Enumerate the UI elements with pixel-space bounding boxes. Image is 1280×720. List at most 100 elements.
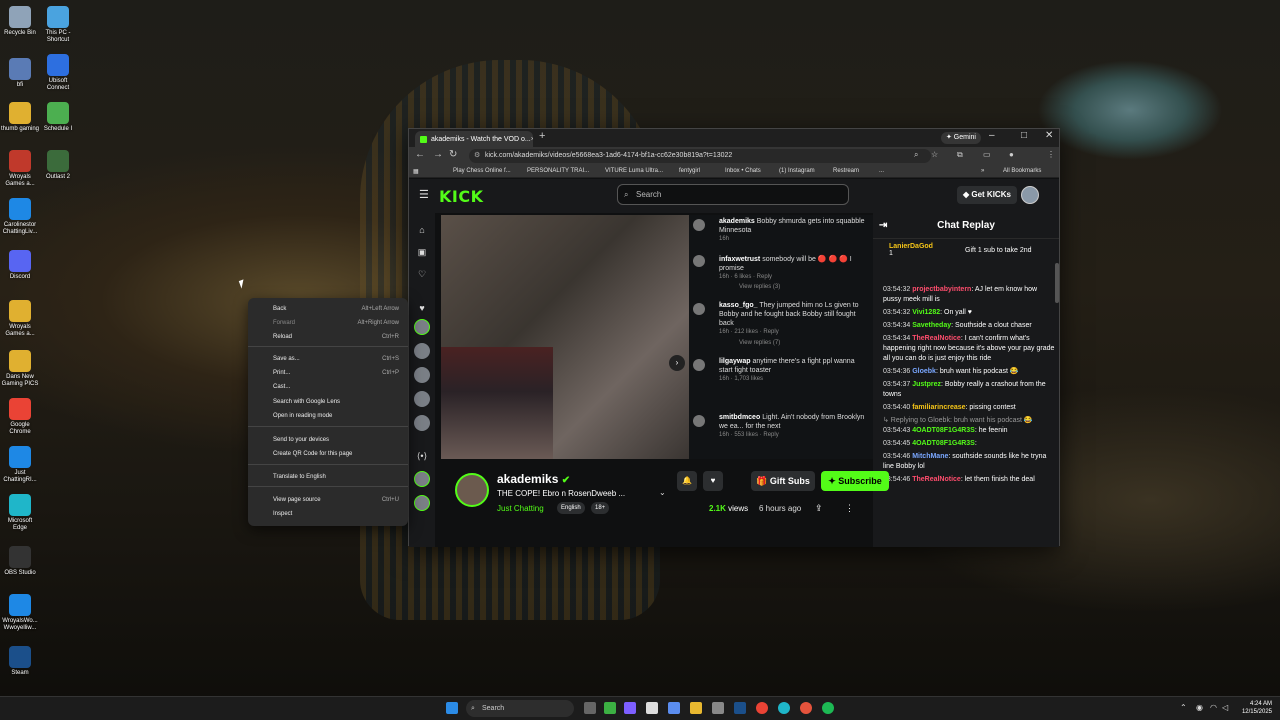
- followed-channel-avatar[interactable]: [414, 367, 430, 383]
- collapse-chat-icon[interactable]: ⇥: [879, 213, 887, 239]
- page-scrollbar[interactable]: [1055, 263, 1059, 303]
- tray-app-icon[interactable]: ◉: [1196, 703, 1203, 712]
- pinned-user[interactable]: LanierDaGod: [889, 243, 933, 250]
- recommended-channel-avatar[interactable]: [414, 495, 430, 511]
- context-menu-item[interactable]: Send to your devices: [248, 435, 408, 446]
- gift-subs-button[interactable]: 🎁 Gift Subs: [751, 471, 815, 491]
- site-info-icon[interactable]: ⚙: [474, 149, 480, 163]
- desktop-icon[interactable]: Discord: [0, 250, 40, 281]
- channel-avatar[interactable]: [455, 473, 489, 507]
- desktop-icon[interactable]: Microsoft Edge: [0, 494, 40, 532]
- notification-bell-icon[interactable]: 🔔: [677, 471, 697, 491]
- app-icon[interactable]: [800, 702, 812, 714]
- app-icon[interactable]: [624, 702, 636, 714]
- user-avatar[interactable]: [1021, 186, 1039, 204]
- view-replies-link[interactable]: View replies (3): [739, 283, 873, 292]
- context-menu-item[interactable]: Forward Alt+Right Arrow: [248, 318, 408, 329]
- bookmark-star-icon[interactable]: ☆: [931, 150, 938, 159]
- bookmark-item[interactable]: fentygirl: [679, 168, 700, 174]
- desktop-icon[interactable]: Wroyals Games a...: [0, 150, 40, 188]
- app-icon[interactable]: [668, 702, 680, 714]
- followed-channel-avatar[interactable]: [414, 415, 430, 431]
- desktop-icon[interactable]: Wroyals Games a...: [0, 300, 40, 338]
- url-bar[interactable]: ⚙ kick.com/akademiks/videos/e5668ea3-1ad…: [469, 149, 931, 163]
- bookmark-item[interactable]: ...: [879, 168, 884, 174]
- forward-icon[interactable]: →: [433, 149, 443, 160]
- tag-18plus[interactable]: 18+: [591, 502, 610, 514]
- minimize-icon[interactable]: –: [989, 130, 995, 141]
- chat-username[interactable]: familiarincrease: [912, 404, 965, 411]
- followed-channel-avatar[interactable]: [414, 343, 430, 359]
- context-menu-item[interactable]: Reload Ctrl+R: [248, 332, 408, 343]
- menu-dots-icon[interactable]: ⋮: [1047, 150, 1055, 159]
- home-icon[interactable]: ⌂: [415, 225, 429, 239]
- file-explorer-icon[interactable]: [690, 702, 702, 714]
- chat-username[interactable]: projectbabyintern: [912, 286, 971, 293]
- file-icon[interactable]: [646, 702, 658, 714]
- subscribe-button[interactable]: ✦ Subscribe: [821, 471, 889, 491]
- profile-icon[interactable]: ●: [1009, 150, 1014, 159]
- video-player[interactable]: akademiks Bobby shmurda gets into squabb…: [441, 215, 873, 459]
- edge-icon[interactable]: [778, 702, 790, 714]
- desktop-icon[interactable]: Carolinestor ChattingLiv...: [0, 198, 40, 236]
- desktop-icon[interactable]: OBS Studio: [0, 546, 40, 577]
- get-kicks-button[interactable]: ◆ Get KICKs: [957, 186, 1017, 204]
- desktop-icon[interactable]: Dans New Gaming PICS: [0, 350, 40, 388]
- chat-username[interactable]: Vivi1282: [912, 309, 940, 316]
- desktop-icon[interactable]: WroyalsWo... Wwoyelliw...: [0, 594, 40, 632]
- task-view-icon[interactable]: [584, 702, 596, 714]
- bookmark-item[interactable]: Inbox • Chats: [725, 168, 761, 174]
- tag-english[interactable]: English: [557, 502, 585, 514]
- channel-name[interactable]: akademiks: [497, 472, 558, 486]
- reload-icon[interactable]: ↻: [449, 149, 457, 160]
- chevron-down-icon[interactable]: ⌄: [659, 488, 666, 497]
- following-heart-icon[interactable]: ♡: [415, 269, 429, 283]
- desktop-icon[interactable]: Schedule I: [38, 102, 78, 133]
- followed-channel-avatar[interactable]: [414, 319, 430, 335]
- kick-search-input[interactable]: ⌕ Search: [617, 184, 849, 205]
- chat-username[interactable]: TheRealNotice: [912, 476, 961, 483]
- chat-username[interactable]: Justprez: [912, 381, 941, 388]
- desktop-icon[interactable]: bfi: [0, 58, 40, 89]
- back-icon[interactable]: ←: [415, 149, 425, 160]
- hamburger-menu-icon[interactable]: ☰: [419, 188, 429, 201]
- category-link[interactable]: Just Chatting: [497, 504, 544, 513]
- followed-channel-avatar[interactable]: [414, 391, 430, 407]
- volume-icon[interactable]: ◁: [1222, 703, 1228, 712]
- chrome-icon[interactable]: [756, 702, 768, 714]
- close-window-icon[interactable]: ✕: [1045, 130, 1053, 141]
- tray-chevron-icon[interactable]: ⌃: [1180, 703, 1187, 712]
- bookmark-item[interactable]: Play Chess Online f...: [453, 168, 511, 174]
- desktop-icon[interactable]: This PC - Shortcut: [38, 6, 78, 44]
- bookmark-item[interactable]: Restream: [833, 168, 859, 174]
- followed-heart-icon[interactable]: ♥: [415, 303, 429, 317]
- context-menu-item[interactable]: Save as... Ctrl+S: [248, 354, 408, 365]
- zoom-icon[interactable]: ⌕: [914, 150, 918, 160]
- bookmarks-overflow[interactable]: »: [981, 168, 984, 174]
- all-bookmarks[interactable]: All Bookmarks: [1003, 168, 1041, 174]
- cast-icon[interactable]: ▭: [983, 150, 991, 159]
- chat-username[interactable]: Gloebk: [912, 368, 936, 375]
- context-menu-item[interactable]: Print... Ctrl+P: [248, 368, 408, 379]
- gemini-button[interactable]: ✦ Gemini: [941, 132, 981, 144]
- bookmark-item[interactable]: PERSONALITY TRAI...: [527, 168, 589, 174]
- context-menu-item[interactable]: Open in reading mode: [248, 411, 408, 422]
- desktop-icon[interactable]: thumb gaming: [0, 102, 40, 133]
- context-menu-item[interactable]: Inspect: [248, 509, 408, 520]
- steam-icon[interactable]: [734, 702, 746, 714]
- desktop-icon[interactable]: Just ChattingRI...: [0, 446, 40, 484]
- new-tab-button[interactable]: +: [539, 130, 545, 142]
- context-menu-item[interactable]: Translate to English: [248, 472, 408, 483]
- tab-akademiks[interactable]: akademiks - Watch the VOD o... ×: [415, 131, 533, 147]
- context-menu-item[interactable]: Search with Google Lens: [248, 397, 408, 408]
- chat-username[interactable]: MitchMane: [912, 453, 948, 460]
- tab-close-icon[interactable]: ×: [531, 136, 533, 143]
- context-menu-item[interactable]: View page source Ctrl+U: [248, 495, 408, 506]
- chat-username[interactable]: TheRealNotice: [912, 335, 961, 342]
- taskbar-search[interactable]: ⌕ Search: [466, 700, 574, 717]
- desktop-icon[interactable]: Steam: [0, 646, 40, 677]
- extensions-icon[interactable]: ⧉: [957, 150, 963, 160]
- wifi-icon[interactable]: ◠: [1210, 703, 1217, 712]
- kick-logo[interactable]: KICK: [439, 187, 484, 206]
- recommended-channel-avatar[interactable]: [414, 471, 430, 487]
